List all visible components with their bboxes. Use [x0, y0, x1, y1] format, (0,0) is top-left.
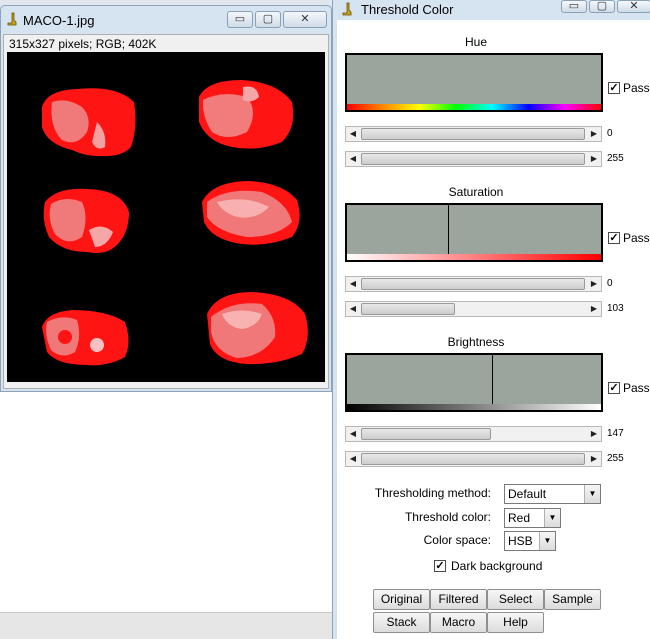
brightness-max-slider-thumb[interactable]	[361, 453, 585, 465]
hue-title: Hue	[464, 35, 487, 49]
background-status-bar	[0, 612, 332, 639]
arrow-left-icon[interactable]: ◀	[346, 152, 360, 166]
arrow-right-icon[interactable]: ▶	[587, 277, 601, 291]
hue-spectrum-bar	[347, 104, 601, 110]
threshold-color-value: Red	[508, 511, 531, 525]
hue-histogram	[345, 53, 603, 112]
brain-slice-5	[42, 310, 129, 366]
saturation-histogram	[345, 203, 603, 262]
color-space-label: Color space:	[423, 533, 491, 547]
brightness-min-value: 147	[607, 428, 624, 439]
hue-min-slider-thumb[interactable]	[361, 128, 585, 140]
brightness-min-slider-thumb[interactable]	[361, 428, 491, 440]
brightness-histogram	[345, 353, 603, 412]
hue-max-slider[interactable]: ◀ ▶	[345, 151, 602, 167]
saturation-threshold-line	[448, 205, 449, 260]
arrow-left-icon[interactable]: ◀	[346, 277, 360, 291]
brightness-gradient-bar	[347, 404, 601, 410]
threshold-color-label: Threshold color:	[404, 510, 491, 524]
arrow-right-icon[interactable]: ▶	[587, 427, 601, 441]
image-window-titlebar[interactable]: MACO-1.jpg ▭ ▢ ✕	[1, 6, 331, 34]
brain-slice-1	[42, 88, 136, 157]
image-window: MACO-1.jpg ▭ ▢ ✕ 315x327 pixels; RGB; 40…	[0, 5, 332, 392]
brightness-max-value: 255	[607, 453, 624, 464]
hue-min-slider[interactable]: ◀ ▶	[345, 126, 602, 142]
original-button[interactable]: Original	[373, 589, 430, 610]
arrow-right-icon[interactable]: ▶	[587, 127, 601, 141]
hue-max-value: 255	[607, 153, 624, 164]
macro-button[interactable]: Macro	[430, 612, 487, 633]
arrow-right-icon[interactable]: ▶	[587, 152, 601, 166]
arrow-left-icon[interactable]: ◀	[346, 427, 360, 441]
saturation-pass-label: Pass	[623, 231, 650, 245]
chevron-down-icon: ▼	[584, 485, 600, 503]
hue-pass-checkbox[interactable]: ✓ Pass	[608, 81, 650, 95]
close-button[interactable]: ✕	[617, 0, 650, 13]
minimize-button[interactable]: ▭	[561, 0, 587, 13]
imagej-microscope-icon	[342, 2, 352, 16]
brain-slices-image	[42, 80, 308, 366]
checkbox-check-icon: ✓	[608, 382, 620, 394]
thresholding-method-value: Default	[508, 487, 547, 501]
checkbox-check-icon: ✓	[608, 232, 620, 244]
brain-slice-2	[199, 80, 294, 149]
saturation-max-slider[interactable]: ◀ ▶	[345, 301, 602, 317]
threshold-window-titlebar[interactable]: Threshold Color ▭ ▢ ✕	[333, 0, 650, 20]
select-button[interactable]: Select	[487, 589, 544, 610]
brain-slice-4	[202, 181, 300, 245]
thresholding-method-label: Thresholding method:	[374, 486, 491, 500]
checkbox-check-icon: ✓	[608, 82, 620, 94]
threshold-color-select[interactable]: Red ▼	[504, 508, 561, 528]
brightness-pass-label: Pass	[623, 381, 650, 395]
saturation-min-slider[interactable]: ◀ ▶	[345, 276, 602, 292]
thresholding-method-select[interactable]: Default ▼	[504, 484, 601, 504]
brightness-title: Brightness	[447, 335, 505, 349]
image-canvas[interactable]	[7, 52, 325, 382]
brain-slice-6	[207, 292, 308, 365]
saturation-gradient-bar	[347, 254, 601, 260]
image-info-text: 315x327 pixels; RGB; 402K	[9, 37, 157, 51]
saturation-title: Saturation	[448, 185, 504, 199]
arrow-left-icon[interactable]: ◀	[346, 127, 360, 141]
hue-max-slider-thumb[interactable]	[361, 153, 585, 165]
saturation-max-slider-thumb[interactable]	[361, 303, 455, 315]
brain-slice-3	[43, 188, 129, 253]
saturation-min-slider-thumb[interactable]	[361, 278, 585, 290]
brightness-threshold-line	[492, 355, 493, 410]
arrow-right-icon[interactable]: ▶	[587, 452, 601, 466]
image-window-title: MACO-1.jpg	[23, 13, 95, 28]
minimize-button[interactable]: ▭	[227, 11, 253, 28]
arrow-right-icon[interactable]: ▶	[587, 302, 601, 316]
threshold-window-title: Threshold Color	[361, 2, 454, 17]
brightness-max-slider[interactable]: ◀ ▶	[345, 451, 602, 467]
threshold-panel: Hue ✓ Pass ◀ ▶ 0 ◀ ▶ 255 Saturation ✓ Pa…	[337, 20, 650, 639]
chevron-down-icon: ▼	[544, 509, 560, 527]
saturation-min-value: 0	[607, 278, 613, 289]
chevron-down-icon: ▼	[539, 532, 555, 550]
image-window-content: 315x327 pixels; RGB; 402K	[3, 34, 329, 389]
saturation-max-value: 103	[607, 303, 624, 314]
color-space-select[interactable]: HSB ▼	[504, 531, 556, 551]
filtered-button[interactable]: Filtered	[430, 589, 487, 610]
dark-background-label: Dark background	[451, 559, 543, 573]
arrow-left-icon[interactable]: ◀	[346, 302, 360, 316]
color-space-value: HSB	[508, 534, 533, 548]
dark-background-checkbox[interactable]: ✓ Dark background	[434, 559, 542, 573]
brightness-pass-checkbox[interactable]: ✓ Pass	[608, 381, 650, 395]
hue-min-value: 0	[607, 128, 613, 139]
brightness-min-slider[interactable]: ◀ ▶	[345, 426, 602, 442]
maximize-button[interactable]: ▢	[589, 0, 615, 13]
stack-button[interactable]: Stack	[373, 612, 430, 633]
close-button[interactable]: ✕	[283, 11, 327, 28]
saturation-pass-checkbox[interactable]: ✓ Pass	[608, 231, 650, 245]
sample-button[interactable]: Sample	[544, 589, 601, 610]
checkbox-check-icon: ✓	[434, 560, 446, 572]
maximize-button[interactable]: ▢	[255, 11, 281, 28]
imagej-microscope-icon	[7, 12, 17, 26]
hue-pass-label: Pass	[623, 81, 650, 95]
arrow-left-icon[interactable]: ◀	[346, 452, 360, 466]
help-button[interactable]: Help	[487, 612, 544, 633]
threshold-color-window: Threshold Color ▭ ▢ ✕ Hue ✓ Pass ◀ ▶ 0 ◀…	[332, 0, 650, 639]
